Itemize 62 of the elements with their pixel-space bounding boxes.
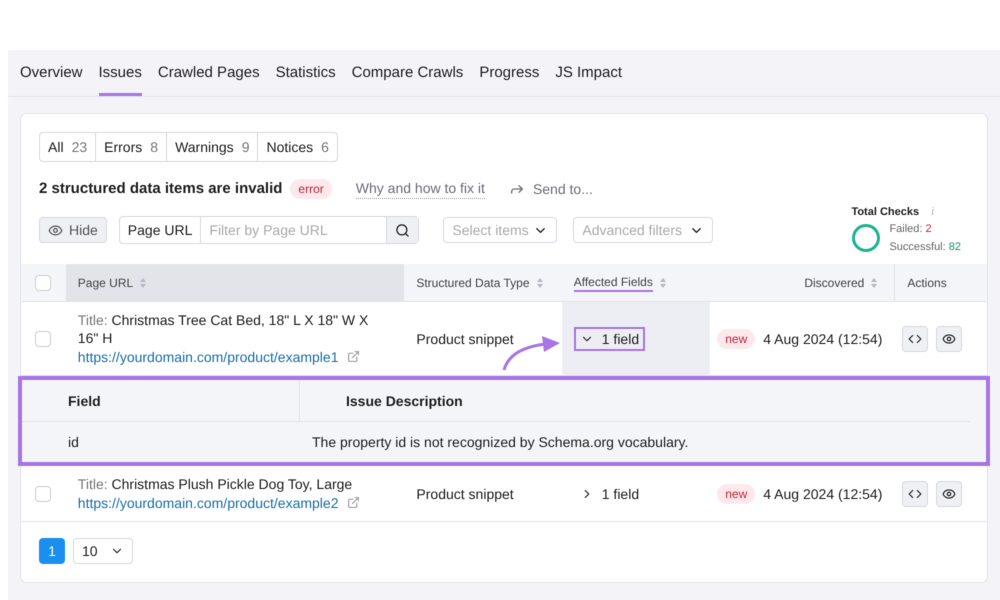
error-badge: error	[290, 178, 332, 199]
search-field[interactable]: Filter by Page URL	[201, 217, 386, 243]
checkbox[interactable]	[35, 486, 52, 502]
page-link[interactable]: https://yourdomain.com/product/example2	[78, 492, 338, 512]
details-cell-text: id	[67, 433, 80, 452]
page-title: Title: Christmas Tree Cat Bed, 18" L X 18" W X 16" H	[78, 310, 370, 346]
successful-count: Successful: 82	[889, 240, 961, 255]
issue-title: 2 structured data items are invalid	[39, 178, 282, 198]
sort-icon[interactable]	[870, 276, 878, 288]
checkbox[interactable]	[35, 274, 52, 290]
details-cell-text: The property id is not recognized by Schema.org vocabulary.	[311, 433, 688, 452]
checks-title: Total Checks	[851, 204, 920, 220]
tab[interactable]: Issues	[98, 62, 142, 96]
filter-button[interactable]: Errors 8	[95, 132, 166, 160]
details-header: Field	[22, 380, 300, 421]
per-page-dropdown[interactable]: 10	[73, 538, 133, 564]
page-link[interactable]: https://yourdomain.com/product/example1	[78, 346, 338, 366]
tab[interactable]: Progress	[479, 62, 540, 96]
column-header[interactable]: Structured Data Type	[404, 264, 562, 301]
column-header[interactable]: Affected Fields	[562, 264, 710, 301]
search-icon	[395, 222, 410, 238]
hide-button[interactable]: Hide	[39, 217, 107, 243]
fields-toggle[interactable]: 1 field	[574, 326, 646, 350]
details-header: Issue Description	[345, 392, 463, 411]
code-button[interactable]	[902, 326, 928, 352]
external-link-icon	[346, 496, 360, 509]
help-link[interactable]: Why and how to fix it	[356, 178, 485, 200]
checkbox[interactable]	[35, 330, 52, 346]
search-box[interactable]: Page URL Filter by Page URL	[118, 216, 420, 244]
new-badge: new	[717, 484, 756, 504]
column-header[interactable]: Discovered	[710, 264, 894, 301]
sort-icon[interactable]	[658, 276, 667, 288]
fields-toggle[interactable]: 1 field	[574, 482, 646, 506]
filter-button[interactable]: Notices 6	[257, 132, 337, 160]
sort-icon[interactable]	[536, 276, 544, 288]
eye-icon	[942, 332, 956, 346]
discovered-date: 4 Aug 2024 (12:54)	[763, 484, 882, 504]
page-title: Title: Christmas Plush Pickle Dog Toy, Large	[78, 474, 354, 492]
column-header[interactable]: Page URL	[66, 264, 404, 301]
tab[interactable]: Statistics	[276, 62, 336, 96]
send-button[interactable]: Send to...	[508, 178, 593, 199]
code-button[interactable]	[902, 480, 928, 506]
tab[interactable]: JS Impact	[555, 62, 622, 96]
eye-icon	[48, 222, 63, 238]
column-header[interactable]: Actions	[894, 264, 987, 301]
external-link-icon	[346, 350, 360, 363]
filter-button[interactable]: All 23	[40, 132, 96, 160]
search-button[interactable]	[386, 217, 418, 243]
tab[interactable]: Compare Crawls	[352, 62, 464, 96]
view-button[interactable]	[936, 326, 962, 352]
search-label: Page URL	[120, 217, 202, 243]
data-type: Product snippet	[416, 484, 514, 504]
failed-count: Failed: 2	[889, 222, 933, 237]
tab[interactable]: Overview	[20, 62, 83, 96]
eye-icon	[942, 486, 956, 500]
new-badge: new	[717, 328, 756, 348]
discovered-date: 4 Aug 2024 (12:54)	[763, 330, 882, 348]
tab[interactable]: Crawled Pages	[158, 62, 260, 96]
filter-button[interactable]: Warnings 9	[166, 132, 258, 160]
view-button[interactable]	[936, 480, 962, 506]
sort-icon[interactable]	[139, 276, 148, 288]
data-type: Product snippet	[416, 330, 514, 348]
